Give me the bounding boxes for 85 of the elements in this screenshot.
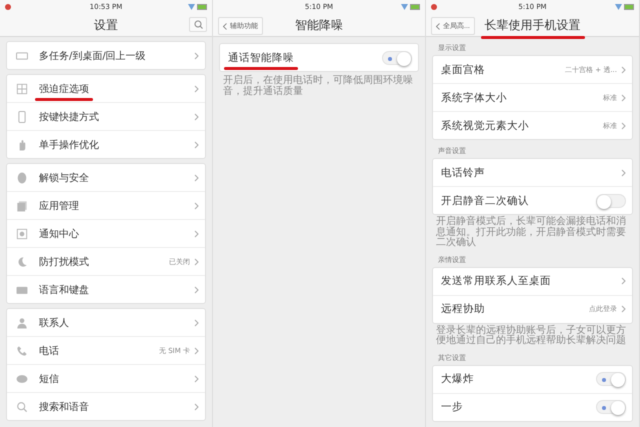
chevron-icon [194, 346, 199, 354]
chevron-icon [621, 277, 626, 285]
toggle-switch[interactable] [596, 194, 626, 208]
row-label: 通知中心 [39, 228, 79, 240]
row-label: 按键快捷方式 [39, 110, 99, 124]
row-label: 桌面宫格 [441, 62, 485, 76]
search-button[interactable] [189, 17, 207, 32]
wifi-icon [615, 4, 622, 10]
row-label: 语言和键盘 [39, 284, 89, 296]
settings-row[interactable]: 开启静音二次确认 [433, 187, 632, 214]
chevron-icon [194, 258, 199, 266]
settings-row[interactable]: 语言和键盘 [7, 276, 205, 303]
settings-row[interactable]: 单手操作优化 [7, 131, 205, 158]
row-label: 通话智能降噪 [228, 50, 294, 64]
chevron-icon [194, 402, 199, 410]
search-icon [15, 400, 29, 414]
row-label: 防打扰模式 [39, 256, 89, 268]
page-title: 长辈使用手机设置 [484, 16, 580, 34]
wifi-icon [401, 4, 408, 10]
row-label: 应用管理 [39, 200, 79, 212]
grid-icon [15, 82, 29, 96]
note-text: 开启后，在使用电话时，可降低周围环境噪音，提升通话质量 [222, 75, 414, 97]
row-label: 电话 [39, 344, 59, 358]
settings-row[interactable]: 搜索和语音 [7, 393, 205, 420]
settings-row[interactable]: 电话铃声 [433, 159, 632, 187]
settings-row[interactable]: 通话智能降噪 [220, 44, 418, 71]
chevron-icon [194, 84, 199, 92]
row-label: 联系人 [39, 316, 69, 330]
row-label: 解锁与安全 [39, 172, 89, 184]
person-icon [15, 316, 29, 330]
chevron-icon [194, 374, 199, 382]
row-label: 发送常用联系人至桌面 [441, 274, 551, 288]
chevron-icon [194, 230, 199, 238]
settings-row[interactable]: 强迫症选项 [7, 75, 205, 103]
settings-row[interactable]: 大爆炸 [433, 366, 632, 394]
row-label: 一步 [441, 400, 463, 414]
battery-icon [624, 4, 634, 10]
settings-row[interactable]: 通知中心 [7, 220, 205, 248]
page-title: 设置 [94, 16, 118, 34]
chevron-icon [621, 122, 626, 130]
chevron-icon [194, 202, 199, 210]
chevron-icon [194, 52, 199, 60]
search-icon [194, 20, 202, 29]
row-label: 搜索和语音 [39, 400, 89, 414]
row-label: 电话铃声 [441, 166, 485, 180]
row-label: 远程协助 [441, 302, 485, 316]
battery-icon [196, 4, 207, 10]
chevron-icon [194, 112, 199, 120]
note-text: 开启静音模式后，长辈可能会漏接电话和消息通知。打开此功能，开启静音模式时需要二次确认 [435, 217, 627, 248]
stacked-squares-icon [15, 198, 29, 212]
row-label: 多任务/到桌面/回上一级 [39, 50, 146, 62]
row-label: 开启静音二次确认 [441, 194, 529, 208]
settings-row[interactable]: 应用管理 [7, 192, 205, 220]
chevron-icon [621, 66, 626, 74]
row-label: 系统视觉元素大小 [441, 118, 529, 132]
chevron-icon [621, 168, 626, 176]
settings-row[interactable]: 短信 [7, 365, 205, 393]
toggle-switch[interactable] [596, 400, 626, 414]
settings-row[interactable]: 按键快捷方式 [7, 103, 205, 131]
note-text: 登录长辈的远程协助账号后，子女可以更方便地通过自己的手机远程帮助长辈解决问题 [435, 326, 627, 346]
phone-handset-icon [15, 344, 29, 358]
battery-icon [410, 4, 420, 10]
row-label: 单手操作优化 [39, 138, 99, 152]
chevron-icon [194, 140, 199, 148]
settings-row[interactable]: 一步 [433, 394, 632, 420]
chevron-icon [621, 305, 626, 313]
settings-row[interactable]: 联系人 [7, 309, 205, 337]
chevron-left-icon [223, 22, 227, 30]
chevron-icon [194, 174, 199, 182]
row-label: 大爆炸 [441, 372, 474, 386]
settings-row[interactable]: 多任务/到桌面/回上一级 [7, 42, 205, 69]
wifi-icon [188, 4, 195, 10]
toggle-switch[interactable] [382, 50, 412, 64]
row-label: 短信 [39, 372, 59, 386]
row-label: 强迫症选项 [39, 82, 89, 96]
settings-row[interactable]: 解锁与安全 [7, 164, 205, 192]
chevron-left-icon [436, 22, 440, 30]
chevron-icon [621, 94, 626, 102]
toggle-switch[interactable] [596, 372, 626, 386]
oval-icon [15, 170, 29, 184]
settings-row[interactable]: 发送常用联系人至桌面 [433, 268, 632, 296]
chevron-icon [194, 318, 199, 326]
row-label: 系统字体大小 [441, 90, 507, 104]
page-title: 智能降噪 [295, 16, 343, 34]
chevron-icon [194, 286, 199, 294]
